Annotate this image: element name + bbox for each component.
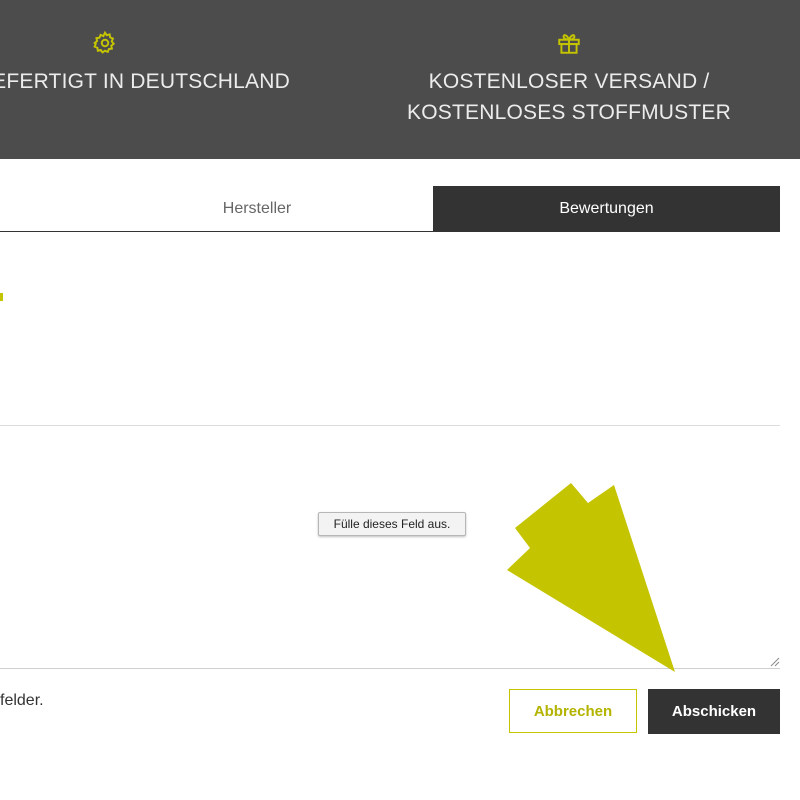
required-fields-note: felder. — [0, 692, 44, 709]
feature-bar: GEFERTIGT IN DEUTSCHLAND KOSTENLOSER VER… — [0, 0, 800, 159]
tab-bewertungen[interactable]: Bewertungen — [433, 186, 780, 232]
tab-divider — [0, 231, 780, 232]
gear-icon — [92, 30, 118, 65]
resize-handle-icon[interactable] — [768, 655, 780, 667]
validation-tooltip: Fülle dieses Feld aus. — [318, 512, 466, 536]
cancel-button[interactable]: Abbrechen — [509, 689, 637, 733]
gift-icon — [556, 30, 582, 65]
review-textarea[interactable] — [0, 425, 780, 669]
product-tabs: Hersteller Bewertungen — [0, 186, 780, 232]
feature-label: KOSTENLOSER VERSAND / KOSTENLOSES STOFFM… — [407, 70, 731, 124]
feature-label: GEFERTIGT IN DEUTSCHLAND — [0, 70, 290, 93]
tab-hersteller[interactable]: Hersteller — [82, 186, 432, 232]
rating-star-fragment[interactable] — [0, 293, 3, 301]
submit-button[interactable]: Abschicken — [648, 689, 780, 734]
